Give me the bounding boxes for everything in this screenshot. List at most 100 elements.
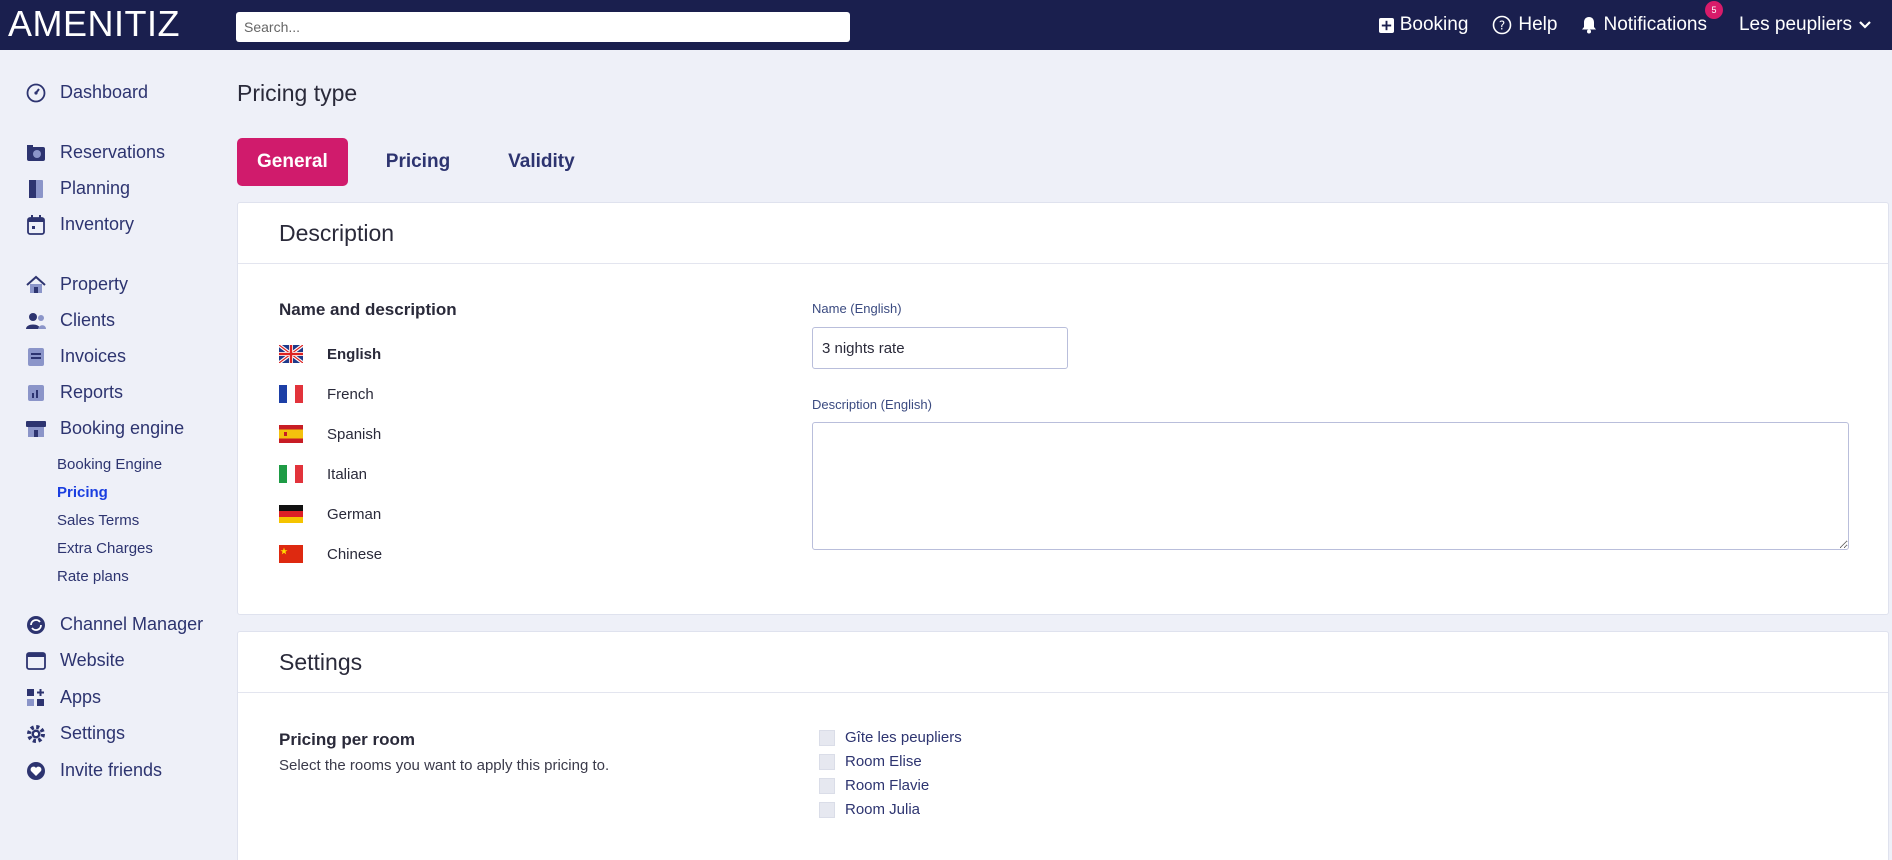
tab-general[interactable]: General [237,138,348,186]
sidebar-subitem-sales-terms[interactable]: Sales Terms [57,512,139,529]
room-checkbox[interactable] [819,801,835,818]
heart-icon [26,761,46,781]
sidebar-item-label: Property [60,274,129,294]
apps-icon [26,688,46,708]
svg-text:?: ? [1499,19,1505,33]
book-icon [26,179,46,199]
browser-icon [26,651,46,671]
room-option[interactable]: Room Julia [819,801,920,818]
search-input[interactable] [236,12,850,42]
china-flag-icon [279,545,303,563]
sidebar-item-inventory[interactable]: Inventory [26,214,134,235]
plus-square-icon [1378,17,1394,33]
settings-card-title: Settings [238,632,1888,693]
sidebar-item-label: Dashboard [60,82,149,102]
room-label: Room Julia [845,801,921,818]
room-label: Room Flavie [845,777,930,794]
sidebar-subitem-rate-plans[interactable]: Rate plans [57,568,129,585]
sidebar-item-label: Invoices [60,346,127,366]
name-field[interactable] [812,327,1068,369]
help-button[interactable]: ? Help [1492,14,1557,36]
pricing-per-room-description: Select the rooms you want to apply this … [279,757,610,774]
camera-icon [26,143,46,163]
sidebar-item-property[interactable]: Property [26,274,128,295]
sidebar-item-planning[interactable]: Planning [26,178,130,199]
booking-button[interactable]: Booking [1378,14,1468,36]
sidebar: Dashboard Reservations Planning Inventor… [0,50,230,860]
sidebar-item-label: Inventory [60,214,135,234]
language-german[interactable]: German [279,505,381,523]
tab-pricing[interactable]: Pricing [366,138,470,186]
spain-flag-icon [279,425,303,443]
language-label: Chinese [327,545,383,563]
property-switcher[interactable]: Les peupliers [1739,14,1872,36]
notifications-label: Notifications [1603,14,1707,35]
help-label: Help [1518,14,1558,35]
language-english[interactable]: English [279,345,381,363]
invoice-icon [26,347,46,367]
room-option[interactable]: Gîte les peupliers [819,729,962,746]
calendar-icon [26,214,46,235]
sync-icon [26,615,46,635]
sidebar-item-clients[interactable]: Clients [26,310,115,331]
app-logo[interactable]: AMENITIZ [8,4,180,44]
sidebar-item-booking-engine[interactable]: Booking engine [26,418,184,439]
sidebar-item-reports[interactable]: Reports [26,382,123,403]
germany-flag-icon [279,505,303,523]
bar-chart-icon [26,383,46,403]
room-checkbox[interactable] [819,729,835,746]
sidebar-item-invoices[interactable]: Invoices [26,346,126,367]
language-label: Italian [327,465,368,483]
language-label: French [327,385,374,403]
top-bar: AMENITIZ Booking ? Help Notifications 5 … [0,0,1892,50]
sidebar-item-reservations[interactable]: Reservations [26,142,165,163]
pricing-per-room-label: Pricing per room [279,730,416,749]
description-card: Description Name and description English… [237,202,1889,615]
gauge-icon [26,83,46,103]
home-icon [26,275,46,295]
description-card-title: Description [238,203,1888,264]
room-checkbox[interactable] [819,777,835,794]
sidebar-item-label: Channel Manager [60,614,204,634]
sidebar-item-apps[interactable]: Apps [26,687,101,708]
language-french[interactable]: French [279,385,374,403]
top-actions: Booking ? Help Notifications 5 Les peupl… [1378,0,1872,50]
sidebar-subitem-extra-charges[interactable]: Extra Charges [57,540,153,557]
property-label: Les peupliers [1738,14,1852,35]
settings-card: Settings Pricing per room Select the roo… [237,631,1889,860]
notifications-button[interactable]: Notifications 5 [1581,1,1723,36]
gear-icon [26,724,46,744]
sidebar-subitem-pricing[interactable]: Pricing [57,484,108,501]
language-spanish[interactable]: Spanish [279,425,381,443]
store-icon [26,419,46,439]
sidebar-item-website[interactable]: Website [26,650,125,671]
sidebar-item-channel-manager[interactable]: Channel Manager [26,614,203,635]
sidebar-item-label: Apps [60,687,102,707]
room-option[interactable]: Room Elise [819,753,922,770]
sidebar-subitem-booking-engine[interactable]: Booking Engine [57,456,162,473]
sidebar-item-label: Planning [60,178,131,198]
language-label: English [327,345,382,363]
name-field-label: Name (English) [812,301,902,316]
sidebar-item-label: Booking engine [60,418,185,438]
sidebar-item-settings[interactable]: Settings [26,723,125,744]
language-italian[interactable]: Italian [279,465,367,483]
room-option[interactable]: Room Flavie [819,777,929,794]
description-field-label: Description (English) [812,397,932,412]
tab-bar: General Pricing Validity [237,138,613,186]
users-icon [26,311,46,331]
description-field[interactable] [812,422,1849,550]
language-label: German [327,505,382,523]
room-checkbox[interactable] [819,753,835,770]
language-label: Spanish [327,425,382,443]
sidebar-item-label: Settings [60,723,126,743]
sidebar-item-label: Website [60,650,125,670]
italy-flag-icon [279,465,303,483]
tab-validity[interactable]: Validity [488,138,595,186]
room-label: Room Elise [845,753,922,770]
sidebar-item-invite-friends[interactable]: Invite friends [26,760,162,781]
sidebar-item-dashboard[interactable]: Dashboard [26,82,148,103]
help-circle-icon: ? [1492,15,1512,35]
language-chinese[interactable]: Chinese [279,545,382,563]
name-description-label: Name and description [279,300,457,319]
